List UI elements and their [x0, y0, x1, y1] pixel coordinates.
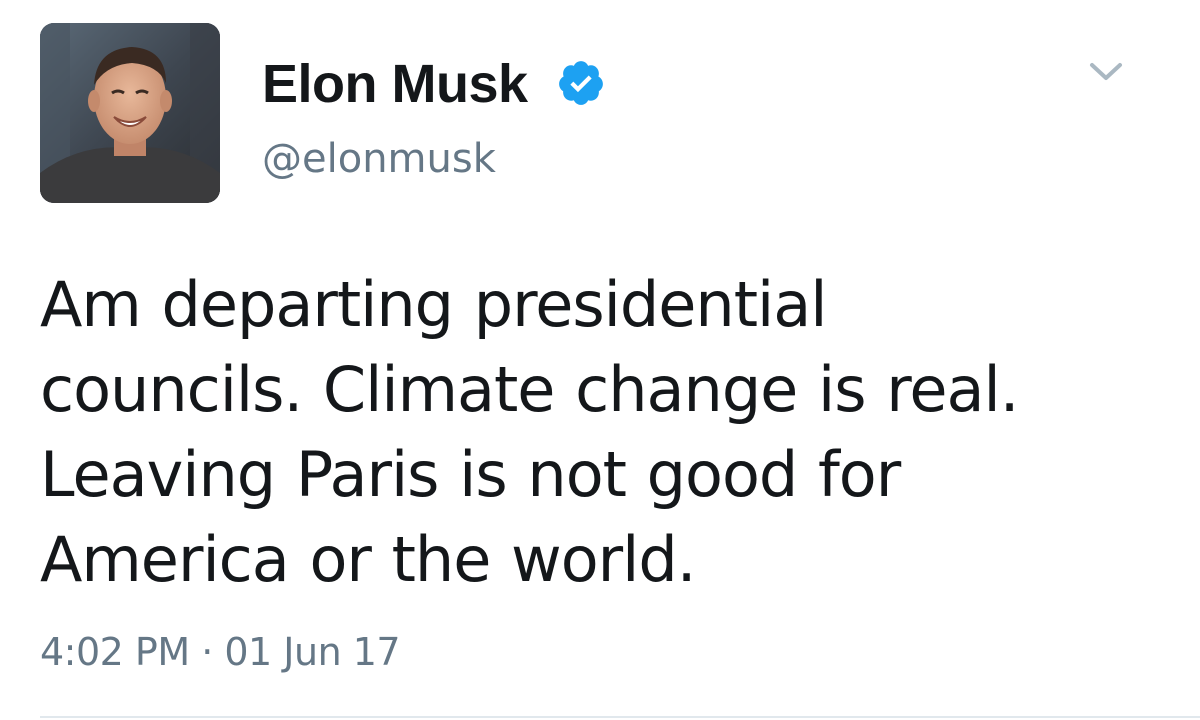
- tweet-text: Am departing presidential councils. Clim…: [40, 262, 1160, 602]
- tweet-text-line: Am departing presidential: [40, 268, 827, 341]
- tweet-timestamp[interactable]: 4:02 PM · 01 Jun 17: [40, 628, 401, 676]
- chevron-down-icon[interactable]: [1088, 60, 1124, 84]
- avatar[interactable]: [40, 23, 220, 203]
- tweet-text-line: America or the world.: [40, 523, 696, 596]
- tweet-card: Elon Musk @elonmusk Am departing preside…: [0, 0, 1200, 720]
- user-handle[interactable]: @elonmusk: [262, 134, 496, 184]
- divider: [40, 716, 1200, 718]
- verified-badge-icon: [559, 61, 603, 105]
- tweet-text-line: councils. Climate change is real.: [40, 353, 1019, 426]
- tweet-text-line: Leaving Paris is not good for: [40, 438, 901, 511]
- display-name[interactable]: Elon Musk: [262, 52, 528, 116]
